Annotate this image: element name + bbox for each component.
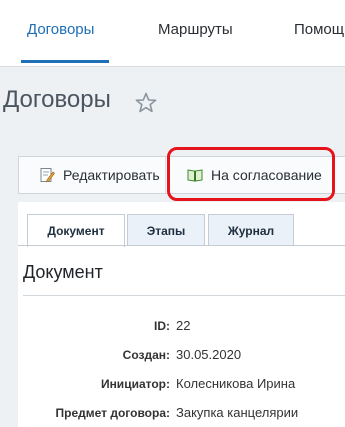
edit-document-icon (40, 168, 55, 183)
edit-button[interactable]: Редактировать (19, 157, 166, 193)
nav-item-routes[interactable]: Маршруты (158, 21, 233, 38)
star-outline-icon[interactable] (134, 91, 158, 115)
section-divider (23, 295, 345, 296)
field-value-initiator: Колесникова Ирина (176, 376, 296, 391)
field-value-id: 22 (176, 318, 191, 333)
document-panel: Документ Этапы Журнал Документ ID: 22 Со… (18, 202, 345, 427)
top-navigation: Договоры Маршруты Помощь (0, 0, 345, 67)
field-label-subject: Предмет договора: (55, 406, 170, 420)
nav-item-contracts[interactable]: Договоры (27, 21, 94, 38)
field-label-created: Создан: (122, 348, 170, 362)
nav-active-indicator (21, 60, 109, 63)
edit-button-label: Редактировать (63, 167, 160, 183)
nav-item-help[interactable]: Помощь (294, 21, 345, 38)
action-toolbar: Редактировать На согласование (18, 156, 345, 194)
page-title: Договоры (3, 86, 111, 113)
send-for-approval-label: На согласование (211, 167, 322, 183)
field-value-created: 30.05.2020 (176, 347, 242, 362)
field-label-initiator: Инициатор: (100, 377, 170, 391)
field-value-subject: Закупка канцелярии (176, 405, 299, 420)
tab-journal[interactable]: Журнал (208, 214, 294, 246)
book-icon (187, 169, 203, 182)
field-label-id: ID: (154, 319, 170, 333)
section-title: Документ (23, 262, 103, 282)
tab-document[interactable]: Документ (27, 214, 125, 247)
tabs-baseline (18, 245, 345, 246)
send-for-approval-button[interactable]: На согласование (169, 157, 345, 193)
tab-stages[interactable]: Этапы (127, 214, 205, 246)
